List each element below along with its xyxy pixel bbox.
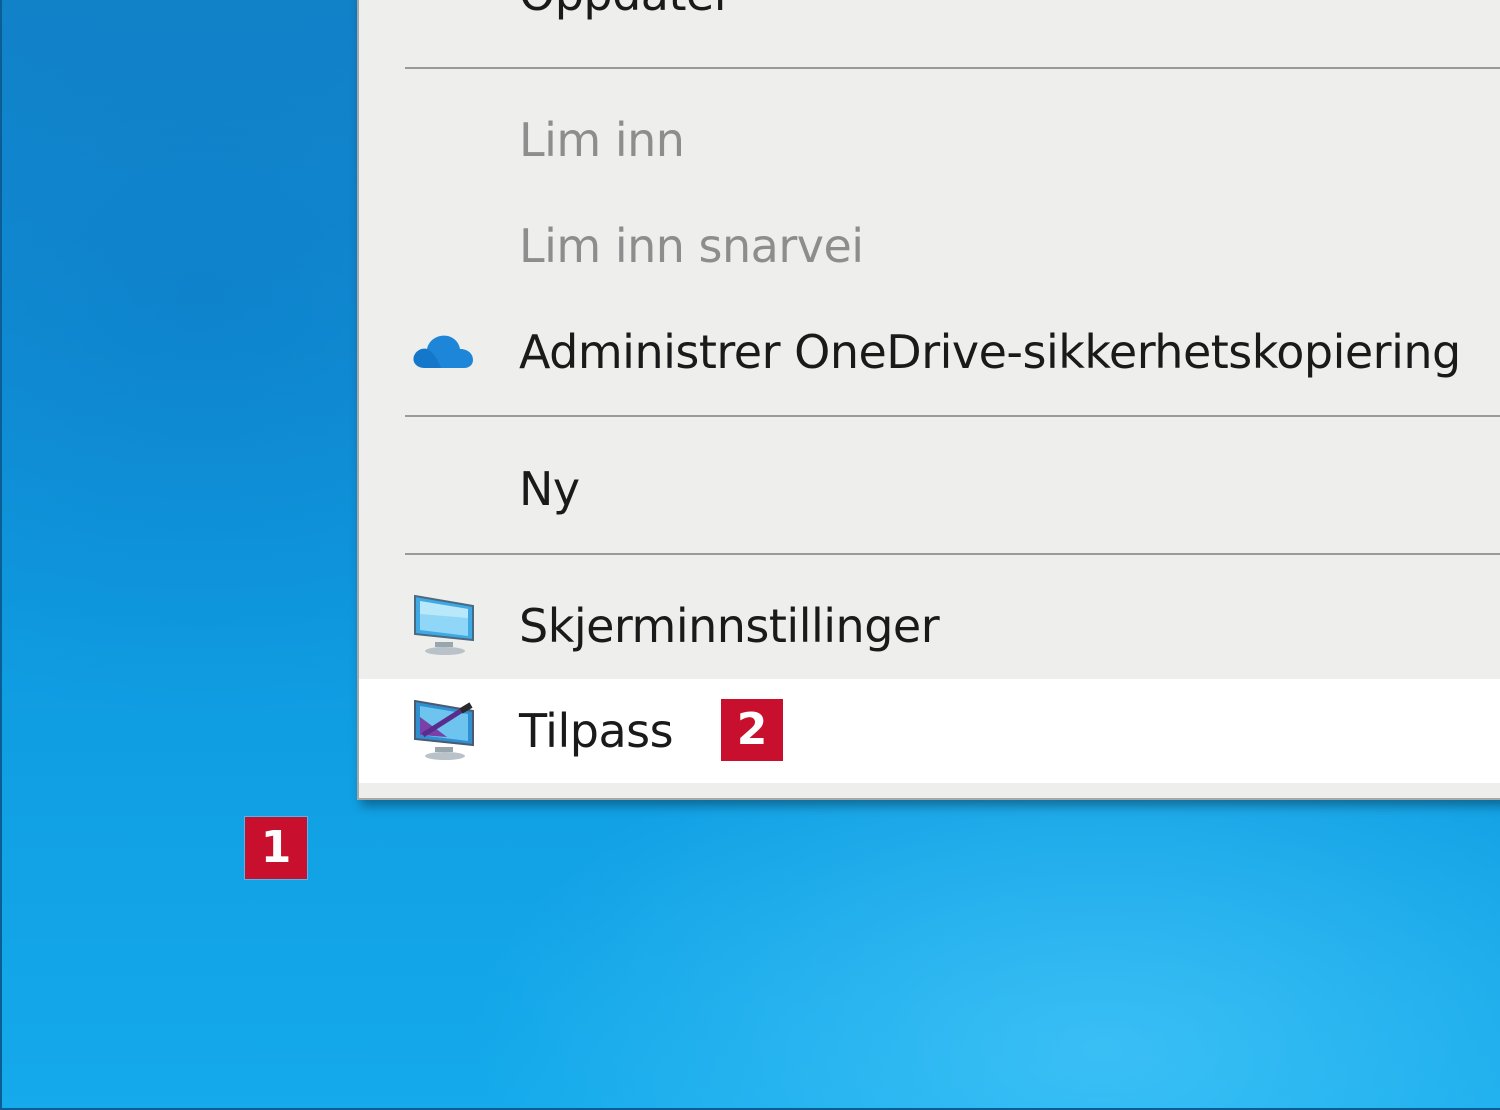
menu-item-label: Tilpass (519, 704, 674, 758)
menu-item-label: Lim inn (519, 113, 685, 167)
menu-item-label: Administrer OneDrive-sikkerhetskopiering (519, 325, 1461, 379)
menu-item-label: Skjerminnstillinger (519, 599, 940, 653)
menu-item-label: Lim inn snarvei (519, 219, 864, 273)
display-settings-icon (411, 592, 479, 660)
desktop-background[interactable]: 1 Oppdater Lim inn Lim inn snarvei Admin… (0, 0, 1500, 1110)
menu-item-lim-inn-snarvei[interactable]: Lim inn snarvei (359, 194, 1500, 298)
callout-badge-1: 1 (245, 817, 307, 879)
menu-item-oppdater[interactable]: Oppdater (359, 0, 1500, 46)
menu-separator (405, 415, 1500, 417)
menu-item-skjerminnstillinger[interactable]: Skjerminnstillinger (359, 574, 1500, 678)
menu-item-tilpass[interactable]: Tilpass 2 (359, 679, 1500, 783)
menu-item-ny[interactable]: Ny (359, 437, 1500, 541)
menu-separator (405, 553, 1500, 555)
personalize-icon (411, 697, 479, 765)
menu-item-onedrive-backup[interactable]: Administrer OneDrive-sikkerhetskopiering (359, 300, 1500, 404)
desktop-context-menu: Oppdater Lim inn Lim inn snarvei Adminis… (357, 0, 1500, 800)
menu-item-label: Ny (519, 462, 580, 516)
callout-badge-2: 2 (721, 699, 783, 761)
menu-separator (405, 67, 1500, 69)
onedrive-cloud-icon (411, 330, 475, 374)
menu-item-label: Oppdater (519, 0, 733, 21)
menu-item-lim-inn[interactable]: Lim inn (359, 88, 1500, 192)
